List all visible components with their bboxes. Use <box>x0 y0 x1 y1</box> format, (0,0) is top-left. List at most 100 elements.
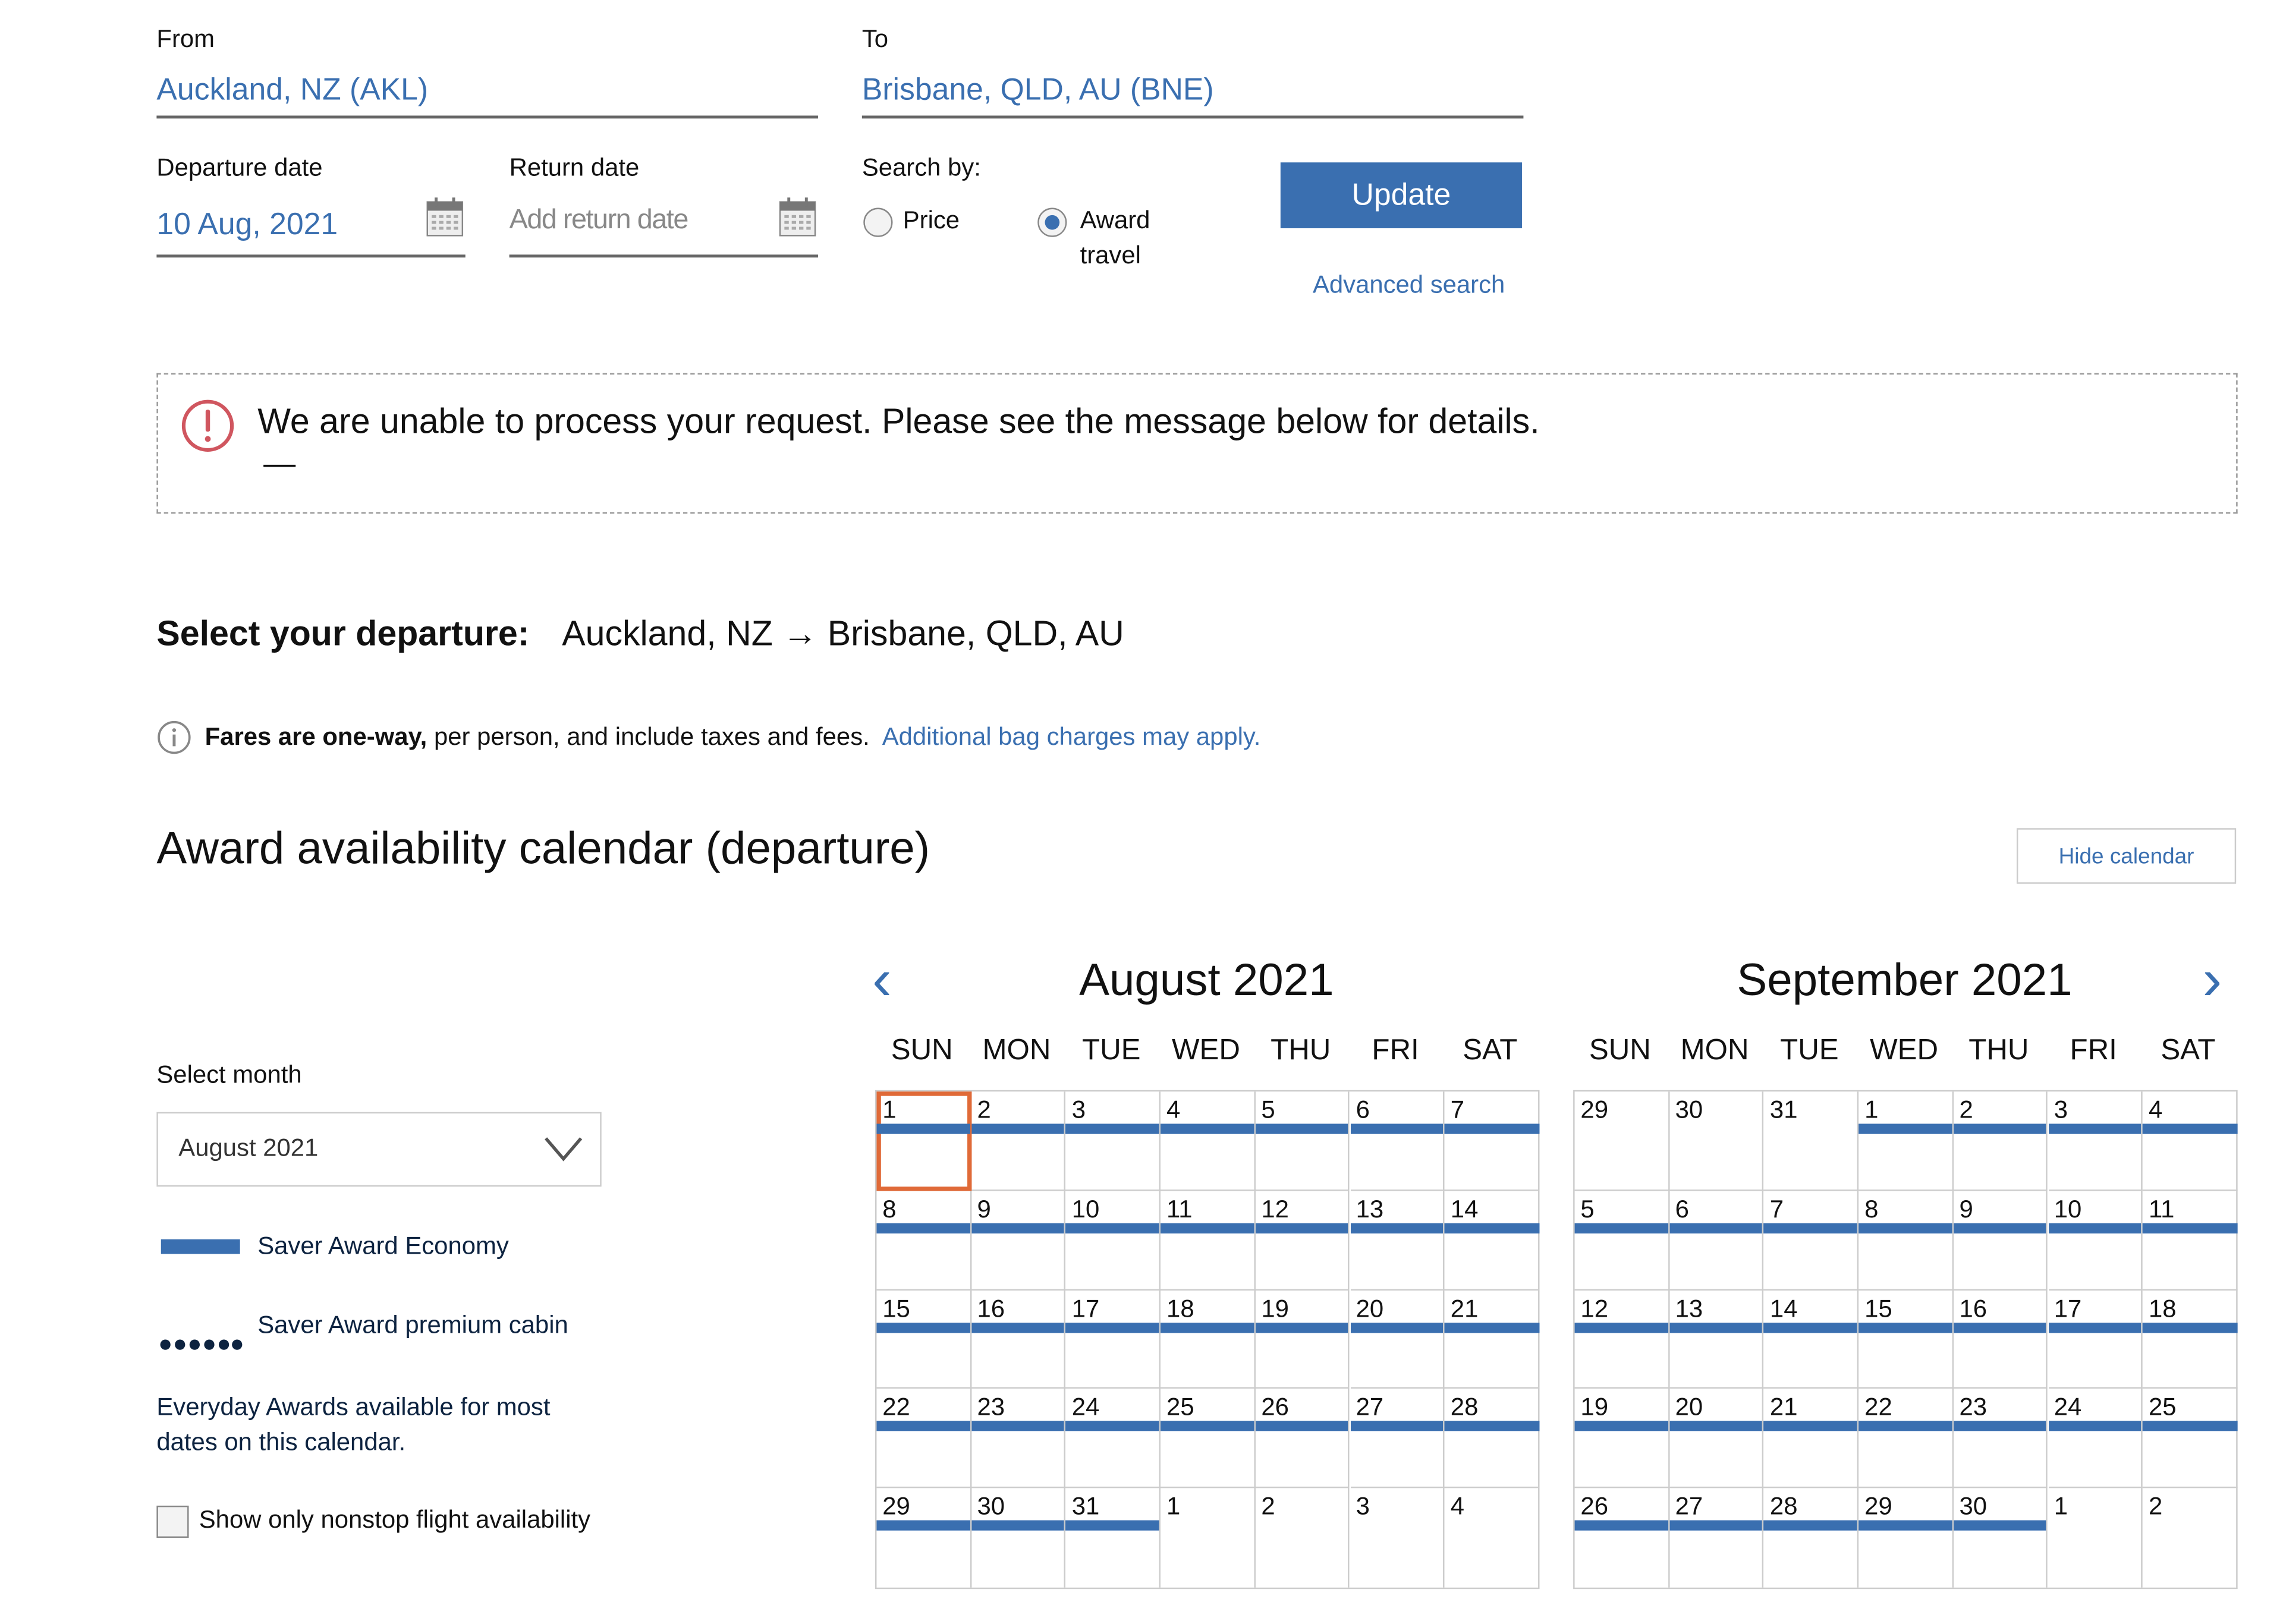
saver-economy-bar <box>1574 1520 1668 1531</box>
calendar-day[interactable]: 18 <box>1161 1290 1256 1389</box>
calendar-day[interactable]: 9 <box>1953 1191 2048 1291</box>
calendar-day[interactable]: 6 <box>1669 1191 1765 1291</box>
calendar-day[interactable]: 1 <box>1859 1091 1954 1191</box>
bag-charges-link[interactable]: Additional bag charges may apply. <box>882 723 1261 751</box>
select-month-dropdown[interactable]: August 2021 <box>156 1112 602 1187</box>
calendar-day[interactable]: 18 <box>2143 1290 2238 1389</box>
day-number: 15 <box>1864 1294 1892 1323</box>
calendar-day[interactable]: 3 <box>1065 1091 1161 1191</box>
calendar-day[interactable]: 1 <box>1161 1488 1256 1588</box>
calendar-day[interactable]: 19 <box>1255 1290 1350 1389</box>
calendar-day[interactable]: 17 <box>2048 1290 2143 1389</box>
calendar-day[interactable]: 31 <box>1065 1488 1161 1588</box>
calendar-day[interactable]: 27 <box>1350 1389 1445 1488</box>
calendar-day[interactable]: 13 <box>1669 1290 1765 1389</box>
calendar-day[interactable]: 14 <box>1764 1290 1859 1389</box>
calendar-day[interactable]: 10 <box>1065 1191 1161 1291</box>
calendar-day[interactable]: 16 <box>971 1290 1066 1389</box>
calendar-day[interactable]: 20 <box>1350 1290 1445 1389</box>
weekday-header: MON <box>982 1034 1051 1067</box>
previous-month-arrow-icon[interactable]: ‹ <box>872 951 892 1009</box>
calendar-day[interactable]: 20 <box>1669 1389 1765 1488</box>
calendar-day[interactable]: 3 <box>1350 1488 1445 1588</box>
calendar-day[interactable]: 22 <box>1859 1389 1954 1488</box>
calendar-day[interactable]: 23 <box>971 1389 1066 1488</box>
calendar-day[interactable]: 23 <box>1953 1389 2048 1488</box>
calendar-day[interactable]: 7 <box>1764 1191 1859 1291</box>
calendar-day[interactable]: 14 <box>1444 1191 1540 1291</box>
saver-economy-bar <box>1350 1322 1444 1333</box>
nonstop-checkbox[interactable] <box>156 1505 189 1538</box>
calendar-day[interactable]: 2 <box>971 1091 1066 1191</box>
price-radio[interactable] <box>863 207 893 237</box>
calendar-day[interactable]: 29 <box>1859 1488 1954 1588</box>
saver-economy-bar <box>2143 1322 2238 1333</box>
calendar-day[interactable]: 13 <box>1350 1191 1445 1291</box>
calendar-day[interactable]: 28 <box>1764 1488 1859 1588</box>
award-travel-radio[interactable] <box>1037 207 1067 237</box>
to-input[interactable]: Brisbane, QLD, AU (BNE) <box>862 73 1214 108</box>
calendar-day[interactable]: 29 <box>1574 1091 1669 1191</box>
update-button[interactable]: Update <box>1280 162 1522 228</box>
calendar-day[interactable]: 8 <box>876 1191 971 1291</box>
calendar-day[interactable]: 1 <box>2048 1488 2143 1588</box>
calendar-day[interactable]: 11 <box>2143 1191 2238 1291</box>
saver-economy-bar <box>1953 1421 2047 1432</box>
calendar-day[interactable]: 15 <box>1859 1290 1954 1389</box>
calendar-day[interactable]: 12 <box>1255 1191 1350 1291</box>
calendar-day[interactable]: 2 <box>1953 1091 2048 1191</box>
calendar-day[interactable]: 4 <box>2143 1091 2238 1191</box>
award-travel-radio-label-line2[interactable]: travel <box>1080 241 1141 270</box>
calendar-day[interactable]: 4 <box>1161 1091 1256 1191</box>
calendar-day[interactable]: 21 <box>1764 1389 1859 1488</box>
saver-economy-bar <box>876 1520 970 1531</box>
advanced-search-link[interactable]: Advanced search <box>1313 270 1505 300</box>
calendar-day[interactable]: 5 <box>1574 1191 1669 1291</box>
saver-economy-bar <box>1574 1322 1668 1333</box>
calendar-day[interactable]: 15 <box>876 1290 971 1389</box>
calendar-day[interactable]: 16 <box>1953 1290 2048 1389</box>
day-number: 8 <box>1864 1195 1879 1223</box>
calendar-day[interactable]: 30 <box>1953 1488 2048 1588</box>
calendar-day[interactable]: 4 <box>1445 1488 1539 1588</box>
hide-calendar-button[interactable]: Hide calendar <box>2016 828 2237 884</box>
calendar-day[interactable]: 27 <box>1669 1488 1765 1588</box>
calendar-day[interactable]: 19 <box>1574 1389 1669 1488</box>
return-date-input[interactable]: Add return date <box>510 205 689 237</box>
calendar-day[interactable]: 24 <box>1065 1389 1161 1488</box>
calendar-day[interactable]: 26 <box>1574 1488 1669 1588</box>
calendar-day[interactable]: 29 <box>876 1488 971 1588</box>
calendar-day[interactable]: 30 <box>1669 1091 1765 1191</box>
calendar-day[interactable]: 22 <box>876 1389 971 1488</box>
calendar-icon[interactable] <box>779 196 817 237</box>
calendar-day[interactable]: 11 <box>1161 1191 1256 1291</box>
calendar-day[interactable]: 9 <box>971 1191 1066 1291</box>
saver-economy-bar <box>876 1123 970 1134</box>
calendar-day[interactable]: 17 <box>1065 1290 1161 1389</box>
calendar-day[interactable]: 30 <box>971 1488 1066 1588</box>
calendar-day[interactable]: 25 <box>1161 1389 1256 1488</box>
calendar-day-selected[interactable]: 1 <box>876 1091 971 1191</box>
calendar-day[interactable]: 7 <box>1444 1091 1540 1191</box>
calendar-day[interactable]: 24 <box>2048 1389 2143 1488</box>
from-input[interactable]: Auckland, NZ (AKL) <box>156 73 428 108</box>
nonstop-checkbox-label[interactable]: Show only nonstop flight availability <box>199 1506 590 1535</box>
calendar-day[interactable]: 26 <box>1255 1389 1350 1488</box>
calendar-day[interactable]: 31 <box>1764 1091 1859 1191</box>
next-month-arrow-icon[interactable]: › <box>2203 951 2222 1009</box>
calendar-day[interactable]: 10 <box>2048 1191 2143 1291</box>
calendar-day[interactable]: 2 <box>1255 1488 1350 1588</box>
calendar-icon[interactable] <box>426 196 464 237</box>
calendar-day[interactable]: 12 <box>1574 1290 1669 1389</box>
award-travel-radio-label-line1[interactable]: Award <box>1080 206 1150 235</box>
calendar-day[interactable]: 28 <box>1444 1389 1540 1488</box>
calendar-day[interactable]: 21 <box>1444 1290 1540 1389</box>
departure-date-input[interactable]: 10 Aug, 2021 <box>156 208 338 243</box>
price-radio-label[interactable]: Price <box>903 206 960 235</box>
calendar-day[interactable]: 6 <box>1350 1091 1445 1191</box>
calendar-day[interactable]: 5 <box>1255 1091 1350 1191</box>
calendar-day[interactable]: 3 <box>2048 1091 2143 1191</box>
calendar-day[interactable]: 8 <box>1859 1191 1954 1291</box>
calendar-day[interactable]: 25 <box>2143 1389 2238 1488</box>
calendar-day[interactable]: 2 <box>2143 1488 2237 1588</box>
